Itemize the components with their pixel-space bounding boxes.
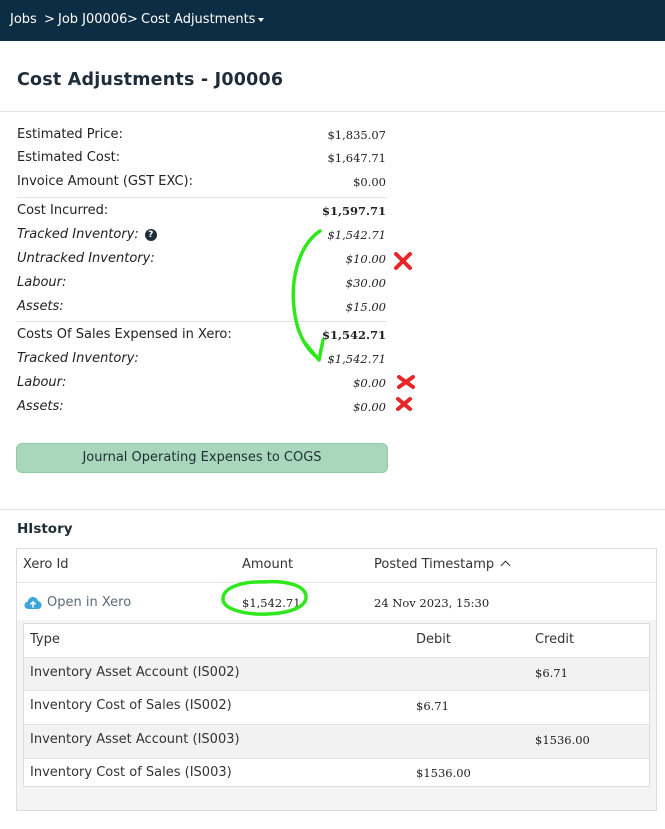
cogs-assets-value: $0.00 bbox=[353, 400, 386, 414]
column-header-xero-id: Xero Id bbox=[23, 557, 69, 572]
journal-line-type: Inventory Cost of Sales (IS002) bbox=[30, 698, 232, 713]
column-header-type: Type bbox=[30, 632, 60, 647]
cogs-labour-label: Labour: bbox=[17, 375, 67, 390]
top-nav-bar: Jobs > Job J00006 > Cost Adjustments bbox=[0, 0, 665, 41]
cost-incurred-value: $1,597.71 bbox=[321, 204, 386, 218]
cogs-assets-label: Assets: bbox=[17, 399, 64, 414]
green-arrow-annotation bbox=[291, 229, 325, 362]
cloud-upload-icon[interactable] bbox=[24, 596, 42, 610]
sort-ascending-icon[interactable] bbox=[500, 560, 511, 571]
breadcrumb-job[interactable]: Job J00006 bbox=[58, 12, 127, 27]
breadcrumb-current-label: Cost Adjustments bbox=[141, 12, 256, 27]
journal-lines-table: Type Debit Credit Inventory Asset Accoun… bbox=[23, 623, 650, 787]
journal-line-type: Inventory Cost of Sales (IS003) bbox=[30, 765, 232, 780]
red-x-mark-icon bbox=[396, 397, 412, 411]
red-x-mark-icon bbox=[394, 252, 412, 270]
cogs-tracked-inventory-value: $1,542.71 bbox=[327, 352, 386, 366]
journal-line-credit: $6.71 bbox=[535, 666, 568, 680]
estimated-cost-label: Estimated Cost: bbox=[17, 150, 121, 165]
journal-line-type: Inventory Asset Account (IS002) bbox=[30, 665, 240, 680]
question-circle-icon[interactable]: ? bbox=[144, 229, 157, 241]
column-header-posted-timestamp-label: Posted Timestamp bbox=[374, 557, 495, 572]
journal-lines-panel: Type Debit Credit Inventory Asset Accoun… bbox=[17, 620, 656, 810]
estimated-price-value: $1,835.07 bbox=[327, 128, 386, 142]
tracked-inventory-label-text: Tracked Inventory: bbox=[17, 227, 139, 242]
tracked-inventory-value: $1,542.71 bbox=[327, 228, 386, 242]
green-circle-annotation bbox=[221, 579, 308, 616]
column-header-posted-timestamp[interactable]: Posted Timestamp bbox=[374, 557, 511, 572]
untracked-inventory-value: $10.00 bbox=[345, 252, 386, 266]
column-header-amount: Amount bbox=[242, 557, 294, 572]
labour-incurred-value: $30.00 bbox=[345, 276, 386, 290]
breadcrumb-jobs[interactable]: Jobs bbox=[10, 12, 37, 27]
journal-line-row: Inventory Cost of Sales (IS003) $1536.00 bbox=[24, 759, 649, 787]
journal-line-credit: $1536.00 bbox=[535, 733, 590, 747]
assets-incurred-value: $15.00 bbox=[345, 300, 386, 314]
estimated-cost-value: $1,647.71 bbox=[327, 151, 386, 165]
caret-down-icon bbox=[258, 17, 265, 22]
history-heading: HIstory bbox=[17, 521, 73, 537]
divider bbox=[17, 197, 387, 198]
cost-incurred-label: Cost Incurred: bbox=[17, 203, 109, 218]
open-in-xero-link[interactable]: Open in Xero bbox=[47, 595, 131, 610]
assets-incurred-label: Assets: bbox=[17, 299, 64, 314]
column-header-credit: Credit bbox=[535, 632, 575, 647]
history-table: Xero Id Amount Posted Timestamp Open in … bbox=[16, 548, 657, 811]
history-table-header: Xero Id Amount Posted Timestamp bbox=[17, 549, 656, 583]
invoice-amount-value: $0.00 bbox=[353, 175, 386, 189]
estimated-price-label: Estimated Price: bbox=[17, 127, 123, 142]
breadcrumb-separator: > bbox=[44, 12, 55, 27]
journal-opex-to-cogs-button[interactable]: Journal Operating Expenses to COGS bbox=[16, 443, 388, 473]
journal-line-row: Inventory Asset Account (IS003) $1536.00 bbox=[24, 725, 649, 759]
cogs-labour-value: $0.00 bbox=[353, 376, 386, 390]
journal-line-row: Inventory Cost of Sales (IS002) $6.71 bbox=[24, 691, 649, 725]
journal-line-debit: $6.71 bbox=[416, 699, 449, 713]
journal-lines-header: Type Debit Credit bbox=[24, 624, 649, 658]
cogs-tracked-inventory-label: Tracked Inventory: bbox=[17, 351, 139, 366]
cogs-expensed-label: Costs Of Sales Expensed in Xero: bbox=[17, 327, 232, 342]
divider bbox=[0, 509, 665, 510]
journal-line-row: Inventory Asset Account (IS002) $6.71 bbox=[24, 658, 649, 691]
journal-line-debit: $1536.00 bbox=[416, 766, 471, 780]
divider bbox=[0, 111, 665, 112]
breadcrumb-current-dropdown[interactable]: Cost Adjustments bbox=[141, 12, 265, 27]
labour-incurred-label: Labour: bbox=[17, 275, 67, 290]
page-title: Cost Adjustments - J00006 bbox=[17, 70, 284, 90]
history-row: Open in Xero $1,542.71 24 Nov 2023, 15:3… bbox=[17, 584, 656, 620]
untracked-inventory-label: Untracked Inventory: bbox=[17, 251, 155, 266]
invoice-amount-label: Invoice Amount (GST EXC): bbox=[17, 174, 194, 189]
history-posted-timestamp: 24 Nov 2023, 15:30 bbox=[374, 596, 490, 610]
journal-line-type: Inventory Asset Account (IS003) bbox=[30, 732, 240, 747]
tracked-inventory-label: Tracked Inventory:? bbox=[17, 227, 157, 242]
red-x-mark-icon bbox=[397, 375, 415, 389]
breadcrumb-separator: > bbox=[127, 12, 138, 27]
column-header-debit: Debit bbox=[416, 632, 451, 647]
